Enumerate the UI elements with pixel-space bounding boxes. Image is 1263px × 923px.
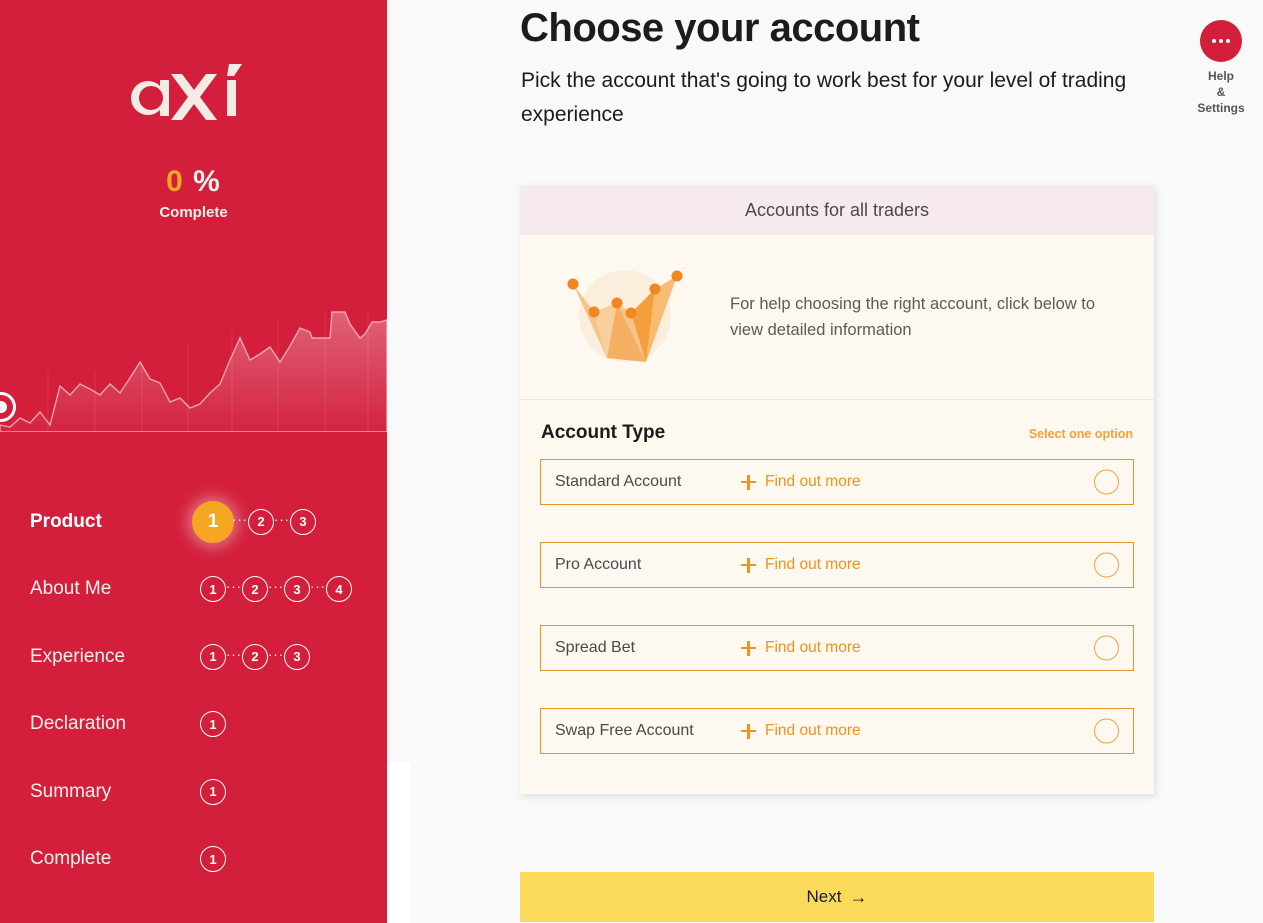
account-option-row[interactable]: Spread Bet Find out more xyxy=(540,625,1134,671)
axi-logo-icon xyxy=(130,64,242,120)
account-type-header: Account Type Select one option xyxy=(540,422,1134,444)
next-button-label: Next xyxy=(806,887,842,906)
help-label-line1: Help xyxy=(1207,69,1234,83)
find-out-more-link[interactable]: Find out more xyxy=(741,556,861,574)
illustration-text: For help choosing the right account, cli… xyxy=(730,294,1096,339)
plus-icon xyxy=(741,474,756,490)
step-dot[interactable]: 2 xyxy=(248,508,274,535)
sidebar-chart xyxy=(0,250,387,432)
arrow-right-icon: → xyxy=(849,886,868,907)
account-option-name: Standard Account xyxy=(555,473,682,490)
account-type-section: Account Type Select one option Standard … xyxy=(520,400,1154,794)
account-options-list: Standard Account Find out more Pro Account… xyxy=(540,459,1134,754)
step-dot[interactable]: 1 xyxy=(200,846,226,873)
sidebar-step-label: Product xyxy=(30,510,102,532)
account-option-radio[interactable] xyxy=(1094,469,1119,495)
step-dot[interactable]: 2 xyxy=(242,576,268,603)
step-dot[interactable]: 1 xyxy=(200,711,226,738)
sidebar-step-declaration[interactable]: Declaration 1 xyxy=(0,691,387,759)
next-button[interactable]: Next → xyxy=(520,872,1154,922)
sidebar-step-experience[interactable]: Experience 1 ··· 2 ··· 3 xyxy=(0,623,387,691)
account-option-name: Swap Free Account xyxy=(555,722,694,739)
step-dot[interactable]: 1 xyxy=(192,500,234,543)
step-connector-dots-icon: ··· xyxy=(274,511,290,527)
find-out-more-label: Find out more xyxy=(765,556,861,573)
account-option-row[interactable]: Pro Account Find out more xyxy=(540,542,1134,588)
progress-steps: Product 1 ··· 2 ··· 3 About Me 1 ··· 2 ··· 3 ··· 4 Exp… xyxy=(0,488,387,893)
help-settings-button[interactable] xyxy=(1200,20,1242,62)
step-connector-dots-icon: ··· xyxy=(226,646,242,662)
find-out-more-link[interactable]: Find out more xyxy=(741,722,861,740)
card-header: Accounts for all traders xyxy=(520,185,1154,235)
step-dot[interactable]: 2 xyxy=(242,643,268,670)
sidebar-step-label: Declaration xyxy=(30,713,127,735)
plus-icon xyxy=(741,723,756,739)
step-dot[interactable]: 1 xyxy=(200,778,226,805)
progress-indicator: 0 % Complete xyxy=(0,165,387,221)
crown-chart-icon xyxy=(567,270,683,362)
help-settings-label: Help & Settings xyxy=(1187,68,1255,117)
sidebar-step-label: Experience xyxy=(30,645,126,667)
registration-page: 0 % Complete Product 1 ··· 2 ··· 3 About… xyxy=(0,0,1263,923)
find-out-more-link[interactable]: Find out more xyxy=(741,639,861,657)
page-title: Choose your account xyxy=(520,6,920,50)
account-selection-card: Accounts for all traders For help choosi… xyxy=(520,185,1154,794)
sidebar-step-label: Summary xyxy=(30,780,112,802)
page-subtitle: Pick the account that's going to work be… xyxy=(521,69,1127,126)
sidebar-step-summary[interactable]: Summary 1 xyxy=(0,758,387,826)
find-out-more-label: Find out more xyxy=(765,473,861,490)
card-illustration-row: For help choosing the right account, cli… xyxy=(520,235,1154,400)
step-dot[interactable]: 1 xyxy=(200,643,226,670)
step-dot[interactable]: 1 xyxy=(200,576,226,603)
step-connector-dots-icon: ··· xyxy=(226,579,242,594)
sidebar-step-dots: 1 ··· 2 ··· 3 xyxy=(192,500,316,543)
progress-label: Complete xyxy=(159,204,228,221)
account-option-radio[interactable] xyxy=(1094,552,1119,578)
find-out-more-label: Find out more xyxy=(765,639,861,656)
sidebar-step-product[interactable]: Product 1 ··· 2 ··· 3 xyxy=(0,488,387,556)
sidebar-step-label: About Me xyxy=(30,578,112,600)
crown-chart-illustration xyxy=(520,262,730,372)
step-dot[interactable]: 3 xyxy=(284,576,310,603)
area-chart-graphic xyxy=(0,311,387,432)
sidebar-step-dots: 1 xyxy=(200,846,226,873)
account-option-name: Spread Bet xyxy=(555,639,636,656)
plus-icon xyxy=(741,640,756,656)
account-type-title: Account Type xyxy=(541,422,666,443)
sidebar-step-complete[interactable]: Complete 1 xyxy=(0,826,387,894)
step-dot[interactable]: 3 xyxy=(284,643,310,670)
step-connector-dots-icon: ··· xyxy=(268,579,284,594)
find-out-more-label: Find out more xyxy=(765,722,861,739)
help-label-line3: Settings xyxy=(1197,101,1245,116)
progress-percent: 0 % xyxy=(166,165,221,198)
sidebar-step-dots: 1 ··· 2 ··· 3 ··· 4 xyxy=(200,576,352,603)
sidebar: 0 % Complete Product 1 ··· 2 ··· 3 About… xyxy=(0,0,387,923)
sidebar-step-dots: 1 ··· 2 ··· 3 xyxy=(200,643,310,670)
plus-icon xyxy=(741,557,756,573)
account-option-row[interactable]: Standard Account Find out more xyxy=(540,459,1134,505)
help-and-settings[interactable]: Help & Settings xyxy=(1187,20,1255,117)
step-connector-dots-icon: ··· xyxy=(310,579,326,594)
account-option-name: Pro Account xyxy=(555,556,642,573)
step-connector-dots-icon: ··· xyxy=(232,511,248,527)
account-option-radio[interactable] xyxy=(1094,718,1119,744)
main-content: Choose your account Pick the account tha… xyxy=(387,0,1263,923)
find-out-more-link[interactable]: Find out more xyxy=(741,473,861,491)
account-option-row[interactable]: Swap Free Account Find out more xyxy=(540,708,1134,754)
step-dot[interactable]: 3 xyxy=(290,508,316,535)
sidebar-step-about-me[interactable]: About Me 1 ··· 2 ··· 3 ··· 4 xyxy=(0,556,387,624)
sidebar-step-dots: 1 xyxy=(200,778,226,805)
sidebar-step-dots: 1 xyxy=(200,711,226,738)
help-label-line2: & xyxy=(1216,85,1226,100)
sidebar-step-label: Complete xyxy=(30,848,112,870)
step-dot[interactable]: 4 xyxy=(326,576,352,603)
account-option-radio[interactable] xyxy=(1094,635,1119,661)
step-connector-dots-icon: ··· xyxy=(268,646,284,662)
ellipsis-icon xyxy=(1212,39,1230,43)
brand-logo xyxy=(0,62,387,129)
select-one-option-hint: Select one option xyxy=(1028,427,1133,441)
